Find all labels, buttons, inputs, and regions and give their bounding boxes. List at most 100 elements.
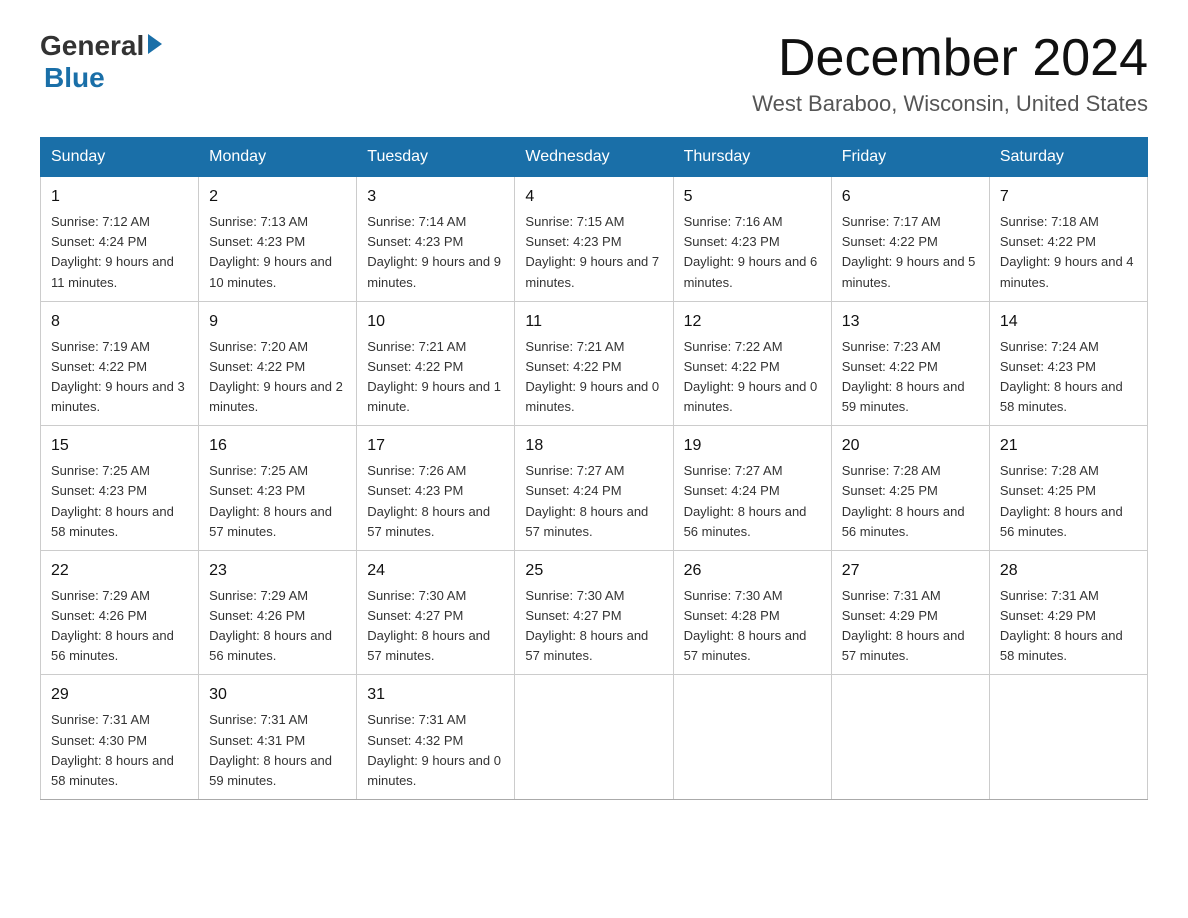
header: General Blue December 2024 West Baraboo,…: [40, 30, 1148, 117]
calendar-cell: 7 Sunrise: 7:18 AMSunset: 4:22 PMDayligh…: [989, 177, 1147, 302]
month-title: December 2024: [752, 30, 1148, 87]
cell-day-number: 2: [209, 185, 346, 209]
calendar-header-row: SundayMondayTuesdayWednesdayThursdayFrid…: [41, 138, 1148, 177]
logo: General Blue: [40, 30, 162, 94]
cell-day-number: 20: [842, 434, 979, 458]
cell-info: Sunrise: 7:31 AMSunset: 4:29 PMDaylight:…: [842, 586, 979, 667]
cell-day-number: 25: [525, 559, 662, 583]
cell-day-number: 9: [209, 310, 346, 334]
col-header-monday: Monday: [199, 138, 357, 177]
cell-day-number: 7: [1000, 185, 1137, 209]
logo-general-text: General: [40, 30, 144, 62]
calendar-cell: 9 Sunrise: 7:20 AMSunset: 4:22 PMDayligh…: [199, 301, 357, 426]
location-title: West Baraboo, Wisconsin, United States: [752, 91, 1148, 117]
calendar-cell: 21 Sunrise: 7:28 AMSunset: 4:25 PMDaylig…: [989, 426, 1147, 551]
cell-info: Sunrise: 7:27 AMSunset: 4:24 PMDaylight:…: [684, 461, 821, 542]
cell-day-number: 14: [1000, 310, 1137, 334]
cell-day-number: 28: [1000, 559, 1137, 583]
cell-info: Sunrise: 7:29 AMSunset: 4:26 PMDaylight:…: [209, 586, 346, 667]
col-header-sunday: Sunday: [41, 138, 199, 177]
cell-day-number: 11: [525, 310, 662, 334]
cell-info: Sunrise: 7:15 AMSunset: 4:23 PMDaylight:…: [525, 212, 662, 293]
col-header-friday: Friday: [831, 138, 989, 177]
cell-info: Sunrise: 7:13 AMSunset: 4:23 PMDaylight:…: [209, 212, 346, 293]
cell-info: Sunrise: 7:30 AMSunset: 4:27 PMDaylight:…: [367, 586, 504, 667]
title-area: December 2024 West Baraboo, Wisconsin, U…: [752, 30, 1148, 117]
cell-day-number: 13: [842, 310, 979, 334]
cell-info: Sunrise: 7:30 AMSunset: 4:27 PMDaylight:…: [525, 586, 662, 667]
calendar-cell: 16 Sunrise: 7:25 AMSunset: 4:23 PMDaylig…: [199, 426, 357, 551]
calendar-cell: 31 Sunrise: 7:31 AMSunset: 4:32 PMDaylig…: [357, 675, 515, 800]
calendar-cell: [515, 675, 673, 800]
calendar-table: SundayMondayTuesdayWednesdayThursdayFrid…: [40, 137, 1148, 800]
cell-info: Sunrise: 7:17 AMSunset: 4:22 PMDaylight:…: [842, 212, 979, 293]
calendar-cell: 11 Sunrise: 7:21 AMSunset: 4:22 PMDaylig…: [515, 301, 673, 426]
cell-day-number: 15: [51, 434, 188, 458]
calendar-cell: 19 Sunrise: 7:27 AMSunset: 4:24 PMDaylig…: [673, 426, 831, 551]
cell-day-number: 31: [367, 683, 504, 707]
cell-day-number: 30: [209, 683, 346, 707]
cell-day-number: 22: [51, 559, 188, 583]
cell-info: Sunrise: 7:27 AMSunset: 4:24 PMDaylight:…: [525, 461, 662, 542]
cell-day-number: 17: [367, 434, 504, 458]
cell-info: Sunrise: 7:31 AMSunset: 4:30 PMDaylight:…: [51, 710, 188, 791]
cell-day-number: 4: [525, 185, 662, 209]
cell-info: Sunrise: 7:31 AMSunset: 4:31 PMDaylight:…: [209, 710, 346, 791]
calendar-cell: 15 Sunrise: 7:25 AMSunset: 4:23 PMDaylig…: [41, 426, 199, 551]
cell-day-number: 3: [367, 185, 504, 209]
cell-day-number: 24: [367, 559, 504, 583]
calendar-cell: 23 Sunrise: 7:29 AMSunset: 4:26 PMDaylig…: [199, 550, 357, 675]
cell-info: Sunrise: 7:23 AMSunset: 4:22 PMDaylight:…: [842, 337, 979, 418]
calendar-cell: [831, 675, 989, 800]
cell-info: Sunrise: 7:28 AMSunset: 4:25 PMDaylight:…: [1000, 461, 1137, 542]
calendar-week-row: 22 Sunrise: 7:29 AMSunset: 4:26 PMDaylig…: [41, 550, 1148, 675]
cell-day-number: 5: [684, 185, 821, 209]
calendar-cell: 30 Sunrise: 7:31 AMSunset: 4:31 PMDaylig…: [199, 675, 357, 800]
calendar-cell: 13 Sunrise: 7:23 AMSunset: 4:22 PMDaylig…: [831, 301, 989, 426]
calendar-cell: 22 Sunrise: 7:29 AMSunset: 4:26 PMDaylig…: [41, 550, 199, 675]
col-header-saturday: Saturday: [989, 138, 1147, 177]
calendar-cell: [673, 675, 831, 800]
cell-info: Sunrise: 7:28 AMSunset: 4:25 PMDaylight:…: [842, 461, 979, 542]
logo-blue-text: Blue: [44, 62, 105, 93]
cell-day-number: 23: [209, 559, 346, 583]
cell-day-number: 10: [367, 310, 504, 334]
calendar-cell: 3 Sunrise: 7:14 AMSunset: 4:23 PMDayligh…: [357, 177, 515, 302]
cell-info: Sunrise: 7:31 AMSunset: 4:32 PMDaylight:…: [367, 710, 504, 791]
cell-day-number: 21: [1000, 434, 1137, 458]
calendar-cell: [989, 675, 1147, 800]
cell-day-number: 26: [684, 559, 821, 583]
cell-info: Sunrise: 7:30 AMSunset: 4:28 PMDaylight:…: [684, 586, 821, 667]
cell-day-number: 27: [842, 559, 979, 583]
cell-info: Sunrise: 7:25 AMSunset: 4:23 PMDaylight:…: [51, 461, 188, 542]
calendar-week-row: 8 Sunrise: 7:19 AMSunset: 4:22 PMDayligh…: [41, 301, 1148, 426]
calendar-cell: 14 Sunrise: 7:24 AMSunset: 4:23 PMDaylig…: [989, 301, 1147, 426]
cell-day-number: 16: [209, 434, 346, 458]
col-header-wednesday: Wednesday: [515, 138, 673, 177]
calendar-cell: 29 Sunrise: 7:31 AMSunset: 4:30 PMDaylig…: [41, 675, 199, 800]
cell-day-number: 8: [51, 310, 188, 334]
calendar-cell: 20 Sunrise: 7:28 AMSunset: 4:25 PMDaylig…: [831, 426, 989, 551]
calendar-cell: 27 Sunrise: 7:31 AMSunset: 4:29 PMDaylig…: [831, 550, 989, 675]
cell-info: Sunrise: 7:19 AMSunset: 4:22 PMDaylight:…: [51, 337, 188, 418]
calendar-cell: 8 Sunrise: 7:19 AMSunset: 4:22 PMDayligh…: [41, 301, 199, 426]
cell-day-number: 18: [525, 434, 662, 458]
calendar-cell: 12 Sunrise: 7:22 AMSunset: 4:22 PMDaylig…: [673, 301, 831, 426]
calendar-week-row: 29 Sunrise: 7:31 AMSunset: 4:30 PMDaylig…: [41, 675, 1148, 800]
calendar-cell: 28 Sunrise: 7:31 AMSunset: 4:29 PMDaylig…: [989, 550, 1147, 675]
calendar-cell: 2 Sunrise: 7:13 AMSunset: 4:23 PMDayligh…: [199, 177, 357, 302]
cell-info: Sunrise: 7:16 AMSunset: 4:23 PMDaylight:…: [684, 212, 821, 293]
cell-info: Sunrise: 7:21 AMSunset: 4:22 PMDaylight:…: [367, 337, 504, 418]
calendar-cell: 5 Sunrise: 7:16 AMSunset: 4:23 PMDayligh…: [673, 177, 831, 302]
calendar-cell: 4 Sunrise: 7:15 AMSunset: 4:23 PMDayligh…: [515, 177, 673, 302]
cell-info: Sunrise: 7:21 AMSunset: 4:22 PMDaylight:…: [525, 337, 662, 418]
calendar-cell: 10 Sunrise: 7:21 AMSunset: 4:22 PMDaylig…: [357, 301, 515, 426]
cell-day-number: 1: [51, 185, 188, 209]
calendar-cell: 17 Sunrise: 7:26 AMSunset: 4:23 PMDaylig…: [357, 426, 515, 551]
calendar-week-row: 15 Sunrise: 7:25 AMSunset: 4:23 PMDaylig…: [41, 426, 1148, 551]
calendar-cell: 25 Sunrise: 7:30 AMSunset: 4:27 PMDaylig…: [515, 550, 673, 675]
cell-info: Sunrise: 7:25 AMSunset: 4:23 PMDaylight:…: [209, 461, 346, 542]
cell-info: Sunrise: 7:31 AMSunset: 4:29 PMDaylight:…: [1000, 586, 1137, 667]
cell-info: Sunrise: 7:18 AMSunset: 4:22 PMDaylight:…: [1000, 212, 1137, 293]
col-header-tuesday: Tuesday: [357, 138, 515, 177]
